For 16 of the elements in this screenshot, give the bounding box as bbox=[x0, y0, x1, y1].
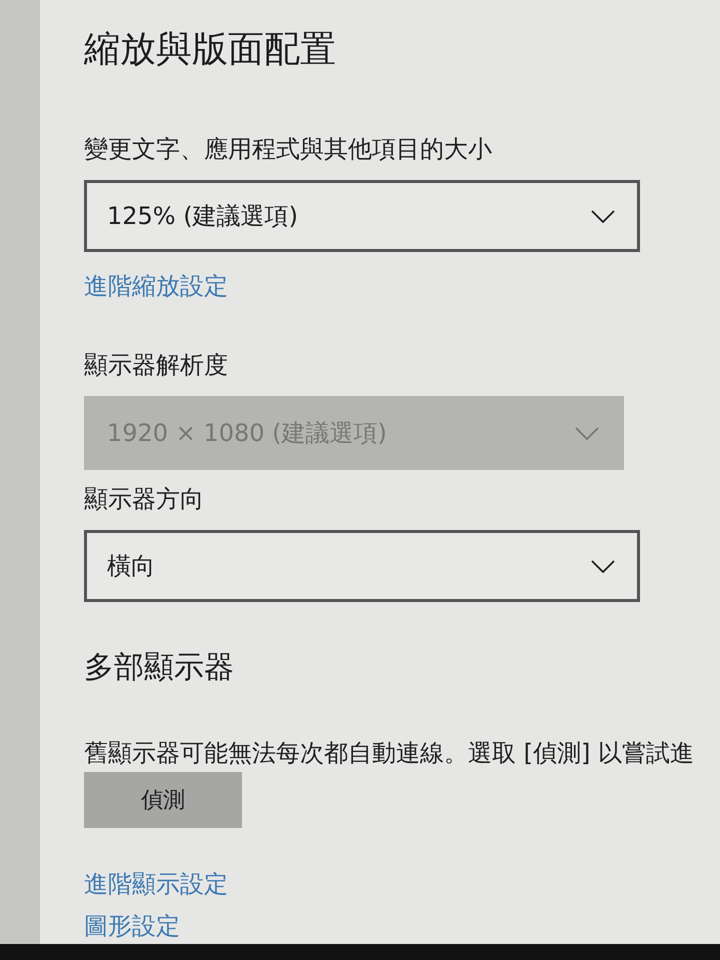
dropdown[interactable]: 橫向 bbox=[84, 530, 640, 602]
setting-label: 顯示器方向 bbox=[84, 484, 204, 514]
settings-link[interactable]: 進階顯示設定 bbox=[84, 868, 228, 900]
section-heading: 縮放與版面配置 bbox=[84, 28, 336, 72]
setting-label: 顯示器解析度 bbox=[84, 350, 228, 380]
chevron-down-icon bbox=[591, 210, 615, 222]
description-text: 舊顯示器可能無法每次都自動連線。選取 [偵測] 以嘗試進 bbox=[84, 738, 694, 768]
detect-button[interactable]: 偵測 bbox=[84, 772, 242, 828]
chevron-down-icon bbox=[575, 426, 599, 440]
dropdown[interactable]: 125% (建議選項) bbox=[84, 180, 640, 252]
dropdown: 1920 × 1080 (建議選項) bbox=[84, 396, 624, 470]
settings-link[interactable]: 進階縮放設定 bbox=[84, 270, 228, 302]
settings-link[interactable]: 圖形設定 bbox=[84, 910, 180, 942]
section-heading: 多部顯示器 bbox=[84, 649, 234, 687]
chevron-down-icon bbox=[591, 560, 615, 572]
setting-label: 變更文字、應用程式與其他項目的大小 bbox=[84, 134, 492, 164]
